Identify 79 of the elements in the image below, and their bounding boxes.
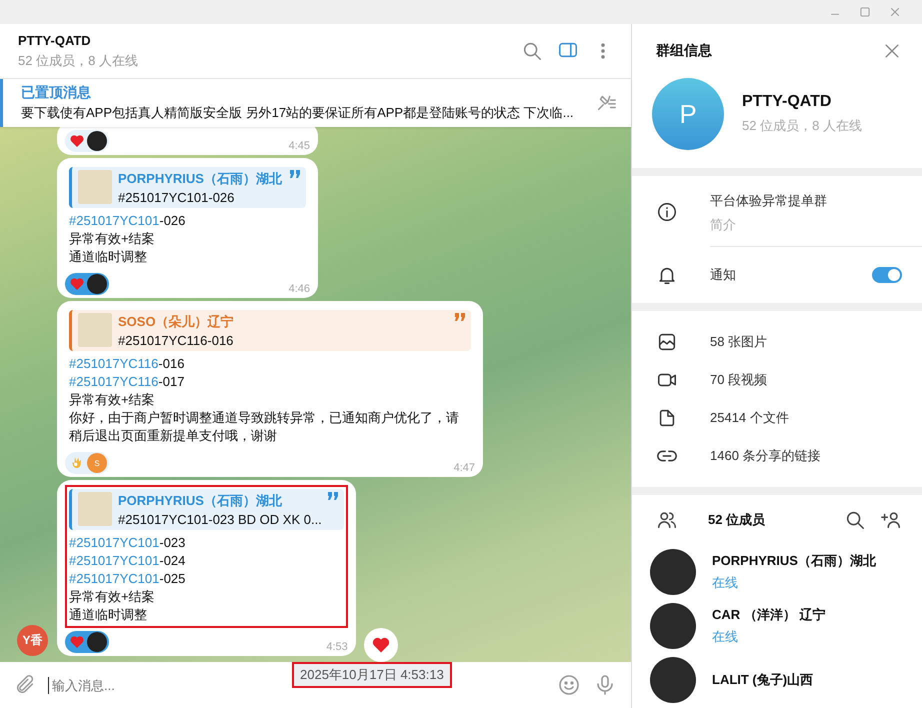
member-avatar (650, 657, 696, 703)
quote-icon (328, 492, 338, 500)
reaction-chip[interactable] (65, 273, 109, 295)
message-time: 4:46 (288, 283, 310, 295)
search-icon[interactable] (844, 509, 866, 531)
media-link[interactable]: 25414 个文件 (710, 409, 789, 427)
paperclip-icon[interactable] (14, 674, 36, 696)
reactor-avatar (87, 632, 107, 652)
spreadsheet-thumbnail (78, 170, 112, 204)
reactor-avatar (87, 274, 107, 294)
message-line: #251017YC101-025 (69, 570, 186, 588)
member-avatar (650, 549, 696, 595)
member-avatar (650, 603, 696, 649)
quote-icon (290, 170, 300, 178)
message-line: 通道临时调整 (69, 248, 148, 266)
reaction-chip[interactable] (65, 631, 109, 653)
info-icon (656, 200, 678, 222)
description-label: 简介 (710, 216, 736, 234)
members-title: 52 位成员 (708, 511, 766, 529)
reply-author: PORPHYRIUS（石雨）湖北 (118, 492, 283, 510)
heart-icon (370, 635, 391, 655)
description-text: 平台体验异常提单群 (710, 192, 827, 210)
member-status: 在线 (712, 574, 739, 592)
member-name: CAR （洋洋） 辽宁 (712, 606, 826, 624)
group-name: PTTY-QATD (742, 93, 832, 111)
message-line: 异常有效+结案 (69, 588, 156, 606)
message-time: 4:45 (288, 140, 310, 152)
message-line: 你好，由于商户暂时调整通道导致跳转异常，已通知商户优化了，请稍后退出页面重新提单支付哦，谢谢 (69, 409, 460, 445)
reply-quote[interactable]: PORPHYRIUS（石雨）湖北 #251017YC101-026 (69, 167, 306, 208)
reply-text: #251017YC116-016 (118, 333, 234, 348)
message-line: #251017YC116-017 (69, 373, 186, 391)
message-line: 异常有效+结案 (69, 230, 156, 248)
message-line: #251017YC101-026 (69, 212, 186, 230)
group-avatar: P (652, 78, 724, 150)
message-line: #251017YC101-024 (69, 552, 186, 570)
member-name: PORPHYRIUS（石雨）湖北 (712, 552, 876, 570)
spreadsheet-thumbnail (78, 313, 112, 347)
reply-text: #251017YC101-026 (118, 190, 236, 205)
chat-subtitle: 52 位成员，8 人在线 (18, 52, 139, 70)
heart-icon (69, 634, 85, 650)
reply-author: PORPHYRIUS（石雨）湖北 (118, 170, 283, 188)
pinned-text[interactable]: 要下载使有APP包括真人精简版安全版 另外17站的要保证所有APP都是登陆账号的状态 下次临... (21, 104, 593, 122)
notifications-label: 通知 (710, 266, 736, 284)
message-line: #251017YC101-023 (69, 534, 186, 552)
spreadsheet-thumbnail (78, 492, 112, 526)
member-item[interactable]: LALIT (兔子)山西 (632, 653, 922, 707)
reply-quote[interactable]: PORPHYRIUS（石雨）湖北 #251017YC101-023 BD OD XK 0... (69, 489, 344, 530)
member-status: 在线 (712, 628, 739, 646)
reply-author: SOSO（朵儿）辽宁 (118, 313, 235, 331)
emoji-icon[interactable] (557, 673, 581, 697)
message-line: 异常有效+结案 (69, 391, 156, 409)
notifications-toggle[interactable] (872, 267, 902, 283)
sender-avatar[interactable]: Y香 (17, 625, 48, 656)
media-link[interactable]: 1460 条分享的链接 (710, 447, 821, 465)
maximize-icon[interactable] (858, 5, 872, 19)
reply-text: #251017YC101-023 BD OD XK 0... (118, 512, 322, 527)
reaction-chip[interactable] (65, 130, 109, 152)
member-name: LALIT (兔子)山西 (712, 671, 814, 689)
panel-title: 群组信息 (656, 42, 712, 60)
reply-quote[interactable]: SOSO（朵儿）辽宁 #251017YC116-016 (69, 310, 471, 351)
date-tooltip: 2025年10月17日 4:53:13 (292, 662, 452, 688)
media-link[interactable]: 70 段视频 (710, 371, 768, 389)
message-line: 通道临时调整 (69, 606, 148, 624)
quote-icon (455, 313, 465, 321)
message-time: 4:47 (454, 462, 475, 474)
close-icon[interactable] (888, 5, 902, 19)
reaction-button[interactable] (364, 628, 398, 662)
reactor-avatar: S (87, 453, 107, 473)
heart-icon (69, 133, 85, 149)
reactor-avatar (87, 131, 107, 151)
image-icon (656, 331, 678, 353)
media-link[interactable]: 58 张图片 (710, 333, 768, 351)
message-line: #251017YC116-016 (69, 355, 186, 373)
member-item[interactable]: PORPHYRIUS（石雨）湖北 在线 (632, 545, 922, 599)
chat-title: PTTY-QATD (18, 32, 92, 48)
heart-icon (69, 276, 85, 292)
message-time: 4:53 (326, 641, 348, 653)
group-subtitle: 52 位成员，8 人在线 (742, 117, 862, 135)
member-item[interactable]: CAR （洋洋） 辽宁 在线 (632, 599, 922, 653)
